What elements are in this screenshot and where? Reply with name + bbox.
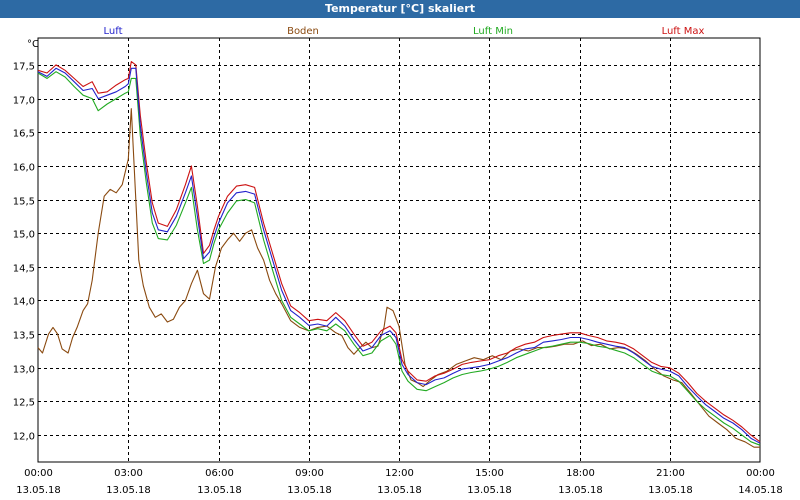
y-tick-label: 14,0 [13, 297, 35, 308]
x-tick-date: 13.05.18 [287, 485, 332, 496]
y-tick-label: 17,0 [13, 96, 35, 107]
y-tick-label: 12,0 [13, 432, 35, 443]
y-tick-label: 17,5 [13, 62, 35, 73]
y-axis-unit-label: °C [27, 39, 39, 50]
legend-item-boden: Boden [287, 26, 319, 37]
legend-item-luft: Luft [104, 26, 123, 37]
x-tick-date: 14.05.18 [738, 485, 783, 496]
x-tick-time: 00:00 [746, 468, 775, 479]
x-tick-date: 13.05.18 [377, 485, 422, 496]
legend-item-luft-max: Luft Max [662, 26, 705, 37]
x-tick-time: 15:00 [475, 468, 504, 479]
y-tick-label: 16,0 [13, 163, 35, 174]
x-tick-time: 12:00 [385, 468, 414, 479]
y-tick-label: 15,5 [13, 197, 35, 208]
y-tick-label: 12,5 [13, 398, 35, 409]
x-tick-time: 09:00 [295, 468, 324, 479]
chart-title: Temperatur [°C] skaliert [0, 0, 800, 18]
line-chart: Luft Boden Luft Min Luft Max °C 12,0 12,5 13,… [13, 26, 783, 496]
x-tick-date: 13.05.18 [197, 485, 242, 496]
x-tick-date: 13.05.18 [106, 485, 151, 496]
y-tick-label: 15,0 [13, 230, 35, 241]
x-tick-date: 13.05.18 [648, 485, 693, 496]
x-tick-time: 06:00 [205, 468, 234, 479]
x-tick-date: 13.05.18 [16, 485, 61, 496]
y-tick-label: 13,5 [13, 331, 35, 342]
x-tick-time: 00:00 [24, 468, 53, 479]
y-axis-ticks: 12,0 12,5 13,0 13,5 14,0 14,5 15,0 15,5 16,0 16,5… [13, 62, 35, 443]
y-tick-label: 16,5 [13, 129, 35, 140]
legend: Luft Boden Luft Min Luft Max [104, 26, 705, 37]
x-tick-date: 13.05.18 [558, 485, 603, 496]
legend-item-luft-min: Luft Min [473, 26, 513, 37]
x-tick-time: 18:00 [566, 468, 595, 479]
x-tick-date: 13.05.18 [467, 485, 512, 496]
y-tick-label: 14,5 [13, 264, 35, 275]
x-tick-time: 03:00 [114, 468, 143, 479]
x-tick-time: 21:00 [656, 468, 685, 479]
x-axis-ticks: 00:00 13.05.18 03:00 13.05.18 06:00 13.05.18 0… [16, 468, 783, 496]
y-tick-label: 13,0 [13, 365, 35, 376]
